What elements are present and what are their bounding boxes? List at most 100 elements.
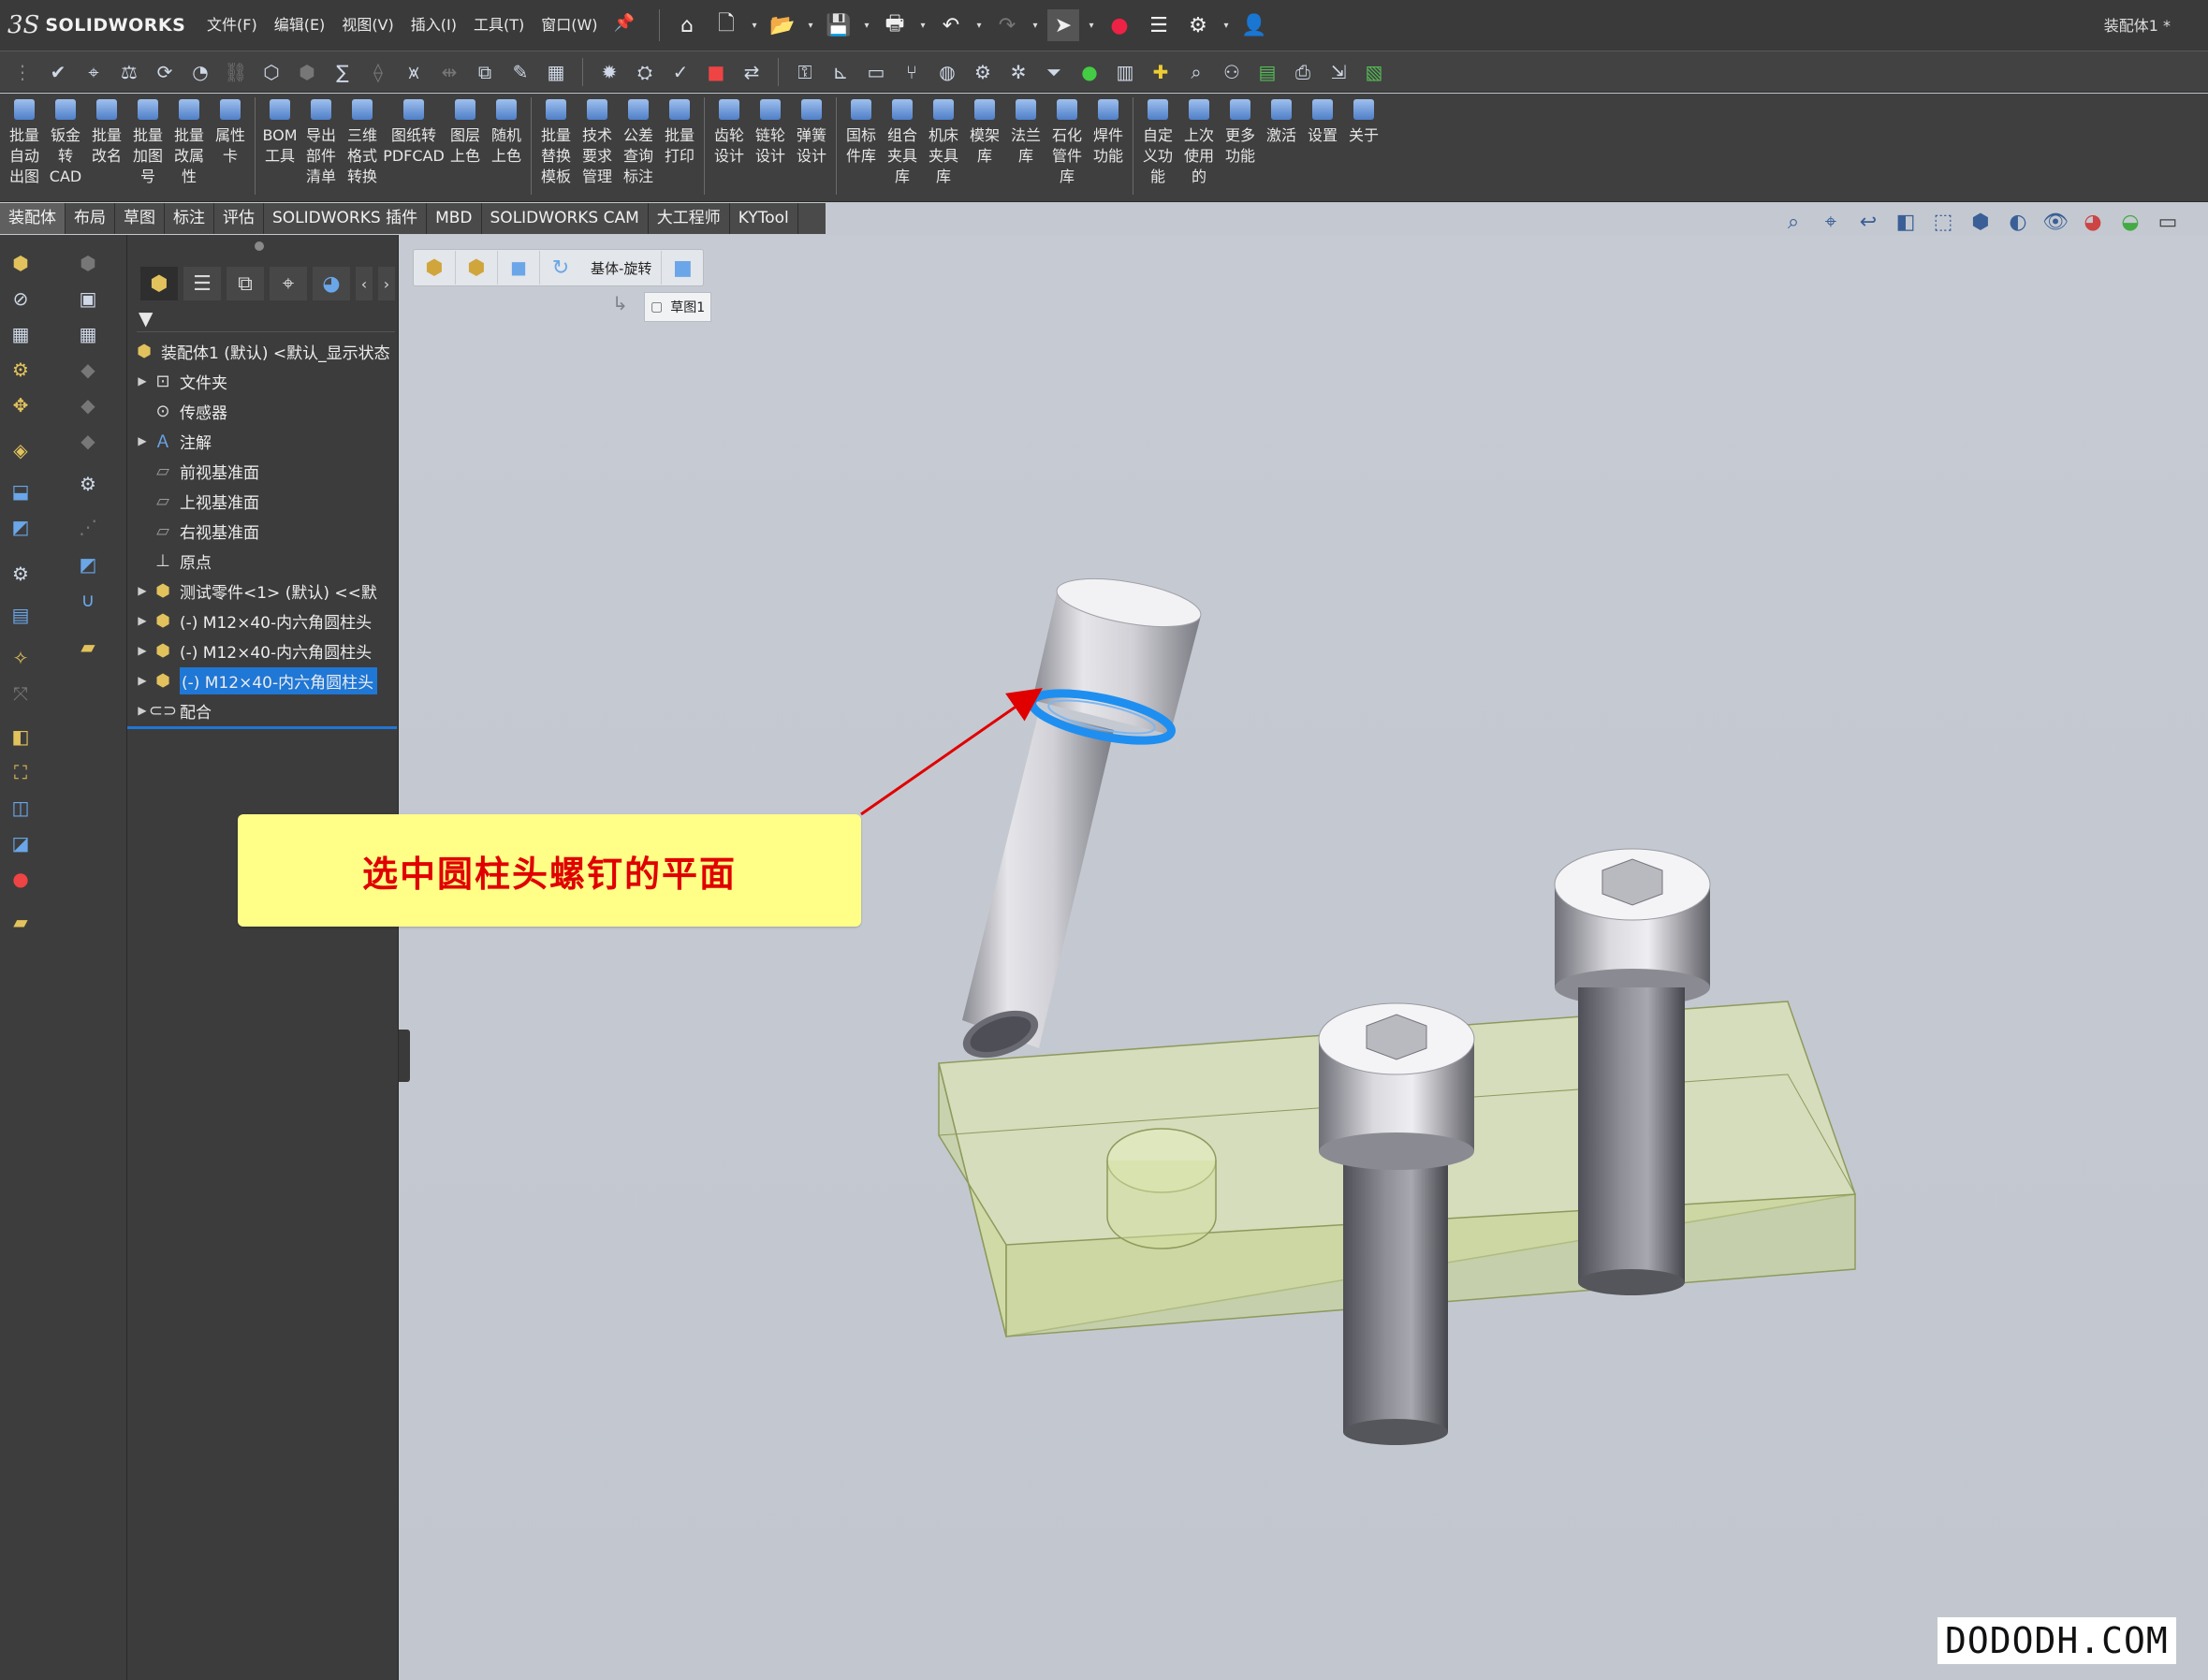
export-icon[interactable]: ⇲: [1323, 57, 1353, 87]
tab-layout[interactable]: 布局: [66, 203, 115, 234]
explode-icon[interactable]: ⇹: [434, 57, 464, 87]
dimxpert-tab-icon[interactable]: ⌖: [270, 267, 307, 300]
drawing-to-pdfcad-button[interactable]: 图纸转 PDFCAD: [383, 94, 445, 198]
zoom-to-fit-icon[interactable]: ⌕: [1778, 207, 1808, 237]
undo-dropdown-icon[interactable]: ▾: [974, 21, 984, 31]
section-icon[interactable]: ⩙: [399, 57, 429, 87]
previous-view-icon[interactable]: ↩: [1853, 207, 1883, 237]
weldment-function-button[interactable]: 焊件 功能: [1088, 94, 1129, 198]
sync-icon[interactable]: ⇄: [737, 57, 767, 87]
take-snapshot-icon[interactable]: ◫: [6, 793, 36, 823]
tree-item-screw-1[interactable]: ▶ ⬢ (-) M12×40-内六角圆柱头: [133, 606, 399, 635]
machine-fixture-library-button[interactable]: 机床 夹具 库: [923, 94, 964, 198]
weld-icon[interactable]: ▰: [73, 632, 103, 662]
mate-icon[interactable]: ⊘: [6, 284, 36, 314]
menu-view[interactable]: 视图(V): [333, 11, 402, 39]
tree-rollback-bar[interactable]: [127, 726, 397, 729]
update-speedpak-icon[interactable]: ⛶: [6, 757, 36, 787]
sprocket-design-button[interactable]: 链轮 设计: [750, 94, 791, 198]
expand-arrow-icon[interactable]: ▶: [133, 644, 152, 657]
hide-show-items-icon[interactable]: 👁: [2040, 207, 2070, 237]
tab-cam[interactable]: SOLIDWORKS CAM: [482, 203, 649, 234]
modular-fixture-library-button[interactable]: 组合 夹具 库: [882, 94, 923, 198]
interference-icon[interactable]: ⟠: [363, 57, 393, 87]
traffic-icon[interactable]: ●: [6, 864, 36, 894]
reference-plane-icon[interactable]: ◩: [73, 549, 103, 579]
bom-tool-button[interactable]: BOM 工具: [259, 94, 300, 198]
insert-component-icon[interactable]: ⬢: [6, 248, 36, 278]
monitor-icon[interactable]: ▭: [861, 57, 891, 87]
new-dropdown-icon[interactable]: ▾: [750, 21, 759, 31]
explode-line-icon[interactable]: ⤧: [6, 679, 36, 709]
filter-icon[interactable]: ▼: [139, 307, 153, 329]
last-used-button[interactable]: 上次 使用 的: [1178, 94, 1220, 198]
home-icon[interactable]: ⌂: [671, 9, 703, 41]
menu-insert[interactable]: 插入(I): [402, 11, 465, 39]
dimension-icon[interactable]: ⊾: [826, 57, 855, 87]
flange-library-button[interactable]: 法兰 库: [1005, 94, 1046, 198]
section-view-icon[interactable]: ◧: [1891, 207, 1921, 237]
camera-icon[interactable]: ⚙: [73, 469, 103, 499]
tree-item-test-part[interactable]: ▶ ⬢ 测试零件<1> (默认) <<默: [133, 576, 399, 606]
table-icon[interactable]: ▦: [541, 57, 571, 87]
export-parts-list-button[interactable]: 导出 部件 清单: [300, 94, 342, 198]
tree-item-top-plane[interactable]: ▱ 上视基准面: [133, 486, 399, 516]
custom-function-button[interactable]: 自定 义功 能: [1137, 94, 1178, 198]
barcode-icon[interactable]: ▥: [1110, 57, 1140, 87]
magnet-icon[interactable]: ∪: [73, 585, 103, 615]
instant3d-icon[interactable]: ◧: [6, 722, 36, 752]
file-properties-icon[interactable]: ☰: [1143, 9, 1175, 41]
select-dropdown-icon[interactable]: ▾: [1087, 21, 1096, 31]
settings-button[interactable]: 设置: [1302, 94, 1343, 198]
3d-format-convert-button[interactable]: 三维 格式 转换: [342, 94, 383, 198]
redo-dropdown-icon[interactable]: ▾: [1031, 21, 1040, 31]
tolerance-query-button[interactable]: 公差 查询 标注: [618, 94, 659, 198]
tab-kytool[interactable]: KYTool: [730, 203, 798, 234]
menu-window[interactable]: 窗口(W): [533, 11, 606, 39]
petrochem-pipe-library-button[interactable]: 石化 管件 库: [1046, 94, 1088, 198]
settings-small-icon[interactable]: ⚙: [968, 57, 998, 87]
color-icon[interactable]: ✹: [594, 57, 624, 87]
print-icon[interactable]: 🖶: [879, 9, 911, 41]
tree-item-sensors[interactable]: ⊙ 传感器: [133, 396, 399, 426]
copy-icon[interactable]: ⧉: [470, 57, 500, 87]
plus-yellow-icon[interactable]: ✚: [1146, 57, 1176, 87]
tree-item-annotations[interactable]: ▶ Ａ 注解: [133, 426, 399, 456]
assembly-gray-2-icon[interactable]: ◆: [73, 355, 103, 385]
performance-icon[interactable]: ◔: [185, 57, 215, 87]
property-card-button[interactable]: 属性 卡: [210, 94, 251, 198]
funnel-icon[interactable]: ⏷: [1039, 57, 1069, 87]
expand-arrow-icon[interactable]: ▶: [133, 614, 152, 627]
tab-sketch[interactable]: 草图: [115, 203, 165, 234]
tab-mbd[interactable]: MBD: [427, 203, 482, 234]
save-icon[interactable]: 💾: [823, 9, 855, 41]
reference-geometry-icon[interactable]: ◩: [6, 512, 36, 542]
linear-pattern-icon[interactable]: ▦: [6, 319, 36, 349]
configuration-tab-icon[interactable]: ⧉: [227, 267, 264, 300]
save-dropdown-icon[interactable]: ▾: [862, 21, 871, 31]
tree-root-assembly[interactable]: ⬢ 装配体1 (默认) <默认_显示状态: [131, 336, 397, 366]
tab-addins[interactable]: SOLIDWORKS 插件: [264, 203, 428, 234]
fix-icon[interactable]: ✎: [505, 57, 535, 87]
key-icon[interactable]: ⚿: [790, 57, 820, 87]
new-document-icon[interactable]: 🗋: [710, 9, 742, 41]
expand-arrow-icon[interactable]: ▶: [133, 584, 152, 597]
undo-icon[interactable]: ↶: [935, 9, 967, 41]
bom-left-icon[interactable]: ▤: [6, 600, 36, 630]
random-color-button[interactable]: 随机 上色: [486, 94, 527, 198]
batch-auto-drawing-button[interactable]: 批量 自动 出图: [4, 94, 45, 198]
scroll-left-icon[interactable]: ‹: [356, 267, 373, 300]
show-hidden-icon[interactable]: ◈: [6, 435, 36, 465]
options-dropdown-icon[interactable]: ▾: [1221, 21, 1231, 31]
menu-file[interactable]: 文件(F): [198, 11, 266, 39]
display-style-icon[interactable]: ◐: [2003, 207, 2033, 237]
print-dropdown-icon[interactable]: ▾: [918, 21, 928, 31]
measure-icon[interactable]: ⌖: [79, 57, 109, 87]
featuremanager-tab-icon[interactable]: ⬢: [140, 267, 178, 300]
pin-icon[interactable]: 📌: [607, 11, 642, 39]
solidworks-logo[interactable]: 3S SOLIDWORKS: [7, 9, 185, 41]
large-assembly-icon[interactable]: ◪: [6, 828, 36, 858]
weld-bead-icon[interactable]: ▰: [6, 907, 36, 937]
sheet-icon[interactable]: ▧: [1359, 57, 1389, 87]
assembly-gray-5-icon[interactable]: ⋰: [73, 512, 103, 542]
